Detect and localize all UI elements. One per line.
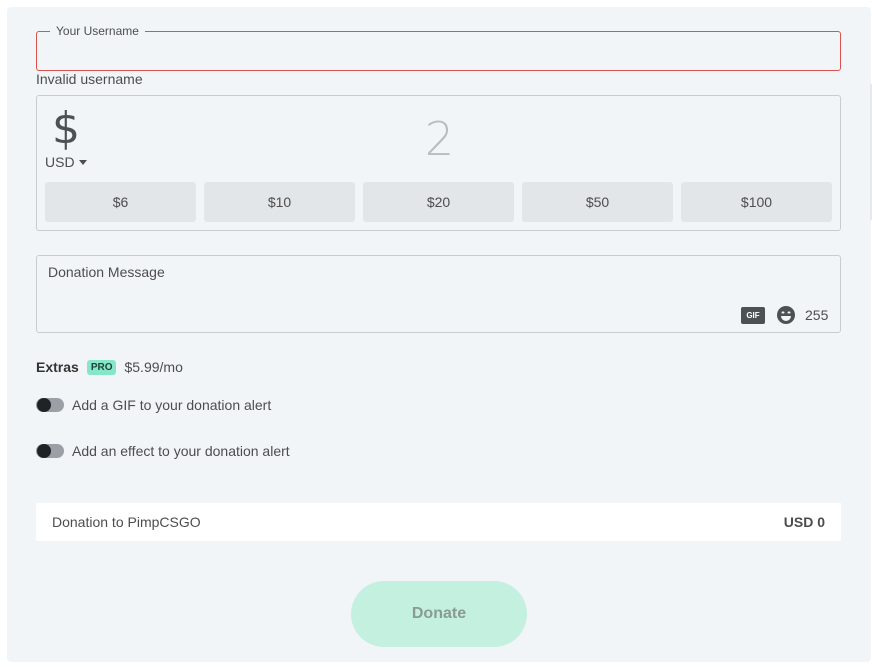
- preset-button[interactable]: $50: [522, 182, 673, 222]
- donation-summary: Donation to PimpCSGO USD 0: [36, 503, 841, 541]
- gif-icon[interactable]: GIF: [741, 307, 765, 324]
- preset-button[interactable]: $20: [363, 182, 514, 222]
- preset-button[interactable]: $10: [204, 182, 355, 222]
- extras-header: Extras PRO $5.99/mo: [36, 359, 183, 375]
- summary-total: USD 0: [783, 514, 825, 530]
- amount-box: $ USD 2 $6 $10 $20 $50 $100: [36, 95, 841, 231]
- preset-amounts: $6 $10 $20 $50 $100: [45, 182, 832, 222]
- char-count: 255: [805, 307, 829, 323]
- username-input[interactable]: [37, 32, 840, 70]
- toggle-knob: [37, 398, 51, 412]
- toggle-knob: [37, 444, 51, 458]
- effect-alert-label: Add an effect to your donation alert: [72, 443, 290, 459]
- donation-message-field[interactable]: Donation Message GIF 255: [36, 255, 841, 333]
- effect-alert-toggle[interactable]: [36, 444, 64, 458]
- username-legend: Your Username: [50, 24, 145, 38]
- extras-label: Extras: [36, 359, 79, 375]
- extras-price: $5.99/mo: [124, 359, 183, 375]
- preset-button[interactable]: $6: [45, 182, 196, 222]
- pro-badge: PRO: [86, 359, 117, 375]
- donate-button[interactable]: Donate: [351, 581, 527, 647]
- preset-button[interactable]: $100: [681, 182, 832, 222]
- dollar-icon: $: [52, 103, 80, 154]
- currency-select[interactable]: USD: [45, 154, 87, 170]
- username-field[interactable]: [36, 31, 841, 71]
- gif-alert-option: Add a GIF to your donation alert: [36, 397, 271, 413]
- summary-recipient: Donation to PimpCSGO: [52, 514, 201, 530]
- emoji-icon[interactable]: [776, 305, 796, 325]
- effect-alert-option: Add an effect to your donation alert: [36, 443, 290, 459]
- gif-alert-toggle[interactable]: [36, 398, 64, 412]
- username-error: Invalid username: [36, 71, 143, 87]
- amount-input[interactable]: 2: [377, 112, 502, 166]
- caret-down-icon: [78, 160, 87, 165]
- currency-label: USD: [45, 154, 75, 170]
- donation-message-placeholder: Donation Message: [48, 264, 165, 280]
- gif-alert-label: Add a GIF to your donation alert: [72, 397, 272, 413]
